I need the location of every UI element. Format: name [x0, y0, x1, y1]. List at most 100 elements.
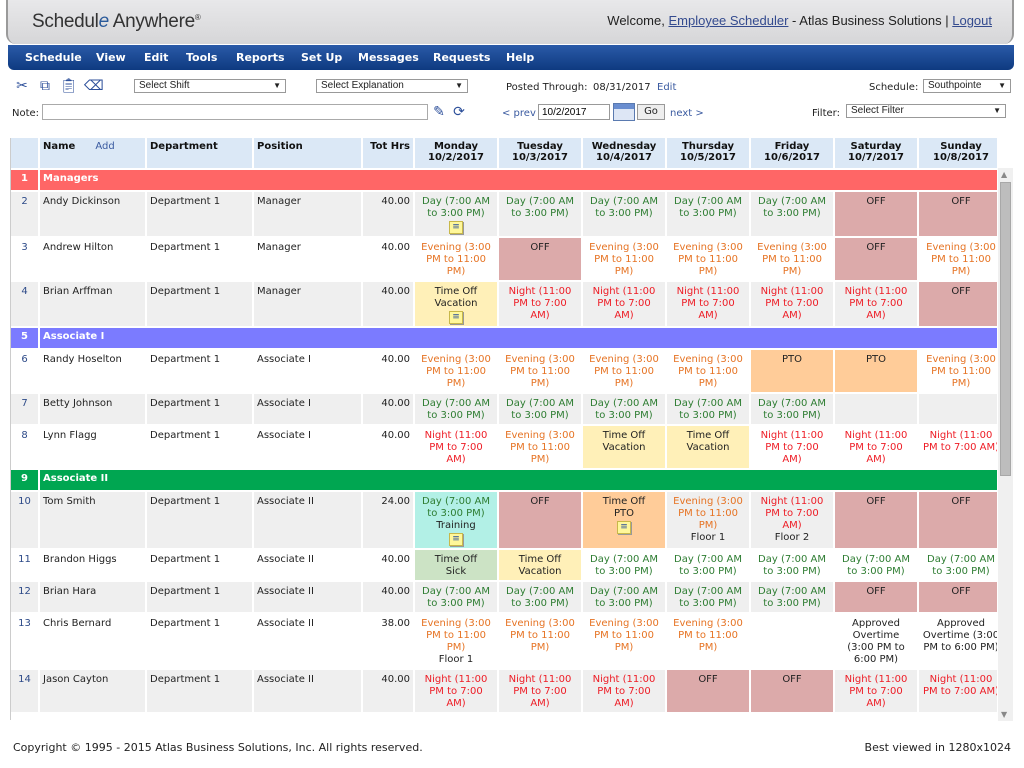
shift-cell[interactable]: Night (11:00 PM to 7:00 AM)	[499, 282, 581, 326]
user-link[interactable]: Employee Scheduler	[668, 13, 788, 28]
shift-cell[interactable]: Evening (3:00 PM to 11:00 PM)	[919, 238, 997, 280]
employee-row[interactable]: 7 Betty Johnson Department 1 Associate I 40.…	[11, 394, 997, 424]
cut-icon[interactable]: ✂	[14, 78, 30, 94]
shift-cell[interactable]: Evening (3:00 PM to 11:00 PM) Floor 1	[415, 614, 497, 668]
shift-cell[interactable]: Approved Overtime (3:00 PM to 6:00 PM)	[835, 614, 917, 668]
day-header[interactable]: Tuesday 10/3/2017	[499, 138, 581, 168]
prev-week-link[interactable]: < prev	[502, 108, 536, 119]
shift-cell[interactable]: Day (7:00 AM to 3:00 PM)	[583, 582, 665, 612]
shift-cell[interactable]: Day (7:00 AM to 3:00 PM)	[667, 192, 749, 236]
shift-cell[interactable]: Day (7:00 AM to 3:00 PM)	[583, 394, 665, 424]
position-header[interactable]: Position	[254, 138, 361, 168]
day-header[interactable]: Monday 10/2/2017	[415, 138, 497, 168]
shift-cell[interactable]	[751, 614, 833, 668]
employee-row[interactable]: 13 Chris Bernard Department 1 Associate II 3…	[11, 614, 997, 668]
shift-cell[interactable]: Evening (3:00 PM to 11:00 PM)	[667, 614, 749, 668]
day-header[interactable]: Friday 10/6/2017	[751, 138, 833, 168]
note-icon[interactable]: ≡	[449, 311, 463, 324]
shift-cell[interactable]: Day (7:00 AM to 3:00 PM)	[751, 550, 833, 580]
shift-cell[interactable]: Day (7:00 AM to 3:00 PM)	[583, 192, 665, 236]
shift-cell[interactable]: Evening (3:00 PM to 11:00 PM)	[499, 426, 581, 468]
shift-cell[interactable]: OFF	[835, 238, 917, 280]
shift-cell[interactable]: OFF	[919, 582, 997, 612]
group-row[interactable]: 5 Associate I	[11, 328, 997, 348]
shift-cell[interactable]: OFF	[835, 582, 917, 612]
employee-name[interactable]: Tom Smith	[40, 492, 145, 548]
edit-note-icon[interactable]: ✎	[431, 104, 447, 120]
shift-cell[interactable]: Evening (3:00 PM to 11:00 PM)	[919, 350, 997, 392]
add-employee-link[interactable]: Add	[95, 141, 114, 152]
employee-row[interactable]: 3 Andrew Hilton Department 1 Manager 40.00 Ev…	[11, 238, 997, 280]
schedule-select[interactable]: Southpointe ▼	[923, 79, 1011, 93]
day-header[interactable]: Sunday 10/8/2017	[919, 138, 997, 168]
employee-row[interactable]: 8 Lynn Flagg Department 1 Associate I 40.00 N…	[11, 426, 997, 468]
shift-cell[interactable]: Approved Overtime (3:00 PM to 6:00 PM)	[919, 614, 997, 668]
employee-name[interactable]: Lynn Flagg	[40, 426, 145, 468]
shift-cell[interactable]: Evening (3:00 PM to 11:00 PM) Floor 1	[667, 492, 749, 548]
shift-cell[interactable]: Night (11:00 PM to 7:00 AM)	[415, 670, 497, 712]
shift-cell[interactable]: OFF	[919, 192, 997, 236]
employee-name[interactable]: Betty Johnson	[40, 394, 145, 424]
shift-cell[interactable]	[919, 394, 997, 424]
refresh-note-icon[interactable]: ⟳	[451, 104, 467, 120]
shift-cell[interactable]: Day (7:00 AM to 3:00 PM)	[583, 550, 665, 580]
menu-reports[interactable]: Reports	[236, 51, 285, 64]
eraser-icon[interactable]: ⌫	[84, 78, 104, 94]
employee-name[interactable]: Chris Bernard	[40, 614, 145, 668]
scroll-down-icon[interactable]: ▼	[1001, 710, 1007, 719]
shift-cell[interactable]: PTO	[751, 350, 833, 392]
shift-cell[interactable]: Evening (3:00 PM to 11:00 PM)	[583, 614, 665, 668]
app-logo[interactable]: Schedule Anywhere®	[32, 11, 201, 33]
employee-row[interactable]: 11 Brandon Higgs Department 1 Associate II 4…	[11, 550, 997, 580]
shift-cell[interactable]: Night (11:00 PM to 7:00 AM)	[835, 670, 917, 712]
shift-cell[interactable]: Night (11:00 PM to 7:00 AM)	[751, 282, 833, 326]
employee-row[interactable]: 6 Randy Hoselton Department 1 Associate I 40…	[11, 350, 997, 392]
copy-icon[interactable]: ⧉	[37, 78, 53, 94]
menu-view[interactable]: View	[96, 51, 126, 64]
shift-cell[interactable]: Evening (3:00 PM to 11:00 PM)	[667, 350, 749, 392]
shift-cell[interactable]: OFF	[499, 492, 581, 548]
menu-messages[interactable]: Messages	[358, 51, 419, 64]
shift-cell[interactable]: Day (7:00 AM to 3:00 PM)	[499, 192, 581, 236]
shift-cell[interactable]: OFF	[751, 670, 833, 712]
shift-cell[interactable]: Evening (3:00 PM to 11:00 PM)	[499, 614, 581, 668]
shift-cell[interactable]: Day (7:00 AM to 3:00 PM)	[667, 582, 749, 612]
logout-link[interactable]: Logout	[952, 13, 992, 28]
shift-cell[interactable]: OFF	[667, 670, 749, 712]
department-header[interactable]: Department	[147, 138, 252, 168]
shift-cell[interactable]: OFF	[919, 492, 997, 548]
employee-row[interactable]: 14 Jason Cayton Department 1 Associate II 40…	[11, 670, 997, 712]
shift-cell[interactable]: Evening (3:00 PM to 11:00 PM)	[667, 238, 749, 280]
scrollbar-thumb[interactable]	[1000, 182, 1011, 476]
employee-name[interactable]: Randy Hoselton	[40, 350, 145, 392]
shift-cell[interactable]: Night (11:00 PM to 7:00 AM)	[415, 426, 497, 468]
select-explanation[interactable]: Select Explanation ▼	[316, 79, 468, 93]
shift-cell[interactable]: Evening (3:00 PM to 11:00 PM)	[751, 238, 833, 280]
filter-select[interactable]: Select Filter ▼	[846, 104, 1006, 118]
shift-cell[interactable]: OFF	[835, 492, 917, 548]
next-week-link[interactable]: next >	[670, 108, 704, 119]
shift-cell[interactable]: OFF	[499, 238, 581, 280]
shift-cell[interactable]: Day (7:00 AM to 3:00 PM)	[835, 550, 917, 580]
name-header[interactable]: Name Add	[40, 138, 145, 168]
shift-cell[interactable]: Day (7:00 AM to 3:00 PM)	[751, 394, 833, 424]
employee-name[interactable]: Brian Hara	[40, 582, 145, 612]
tot-hrs-header[interactable]: Tot Hrs	[363, 138, 413, 168]
date-input[interactable]	[538, 104, 610, 120]
note-input[interactable]	[42, 104, 428, 120]
employee-row[interactable]: 2 Andy Dickinson Department 1 Manager 40.00 D…	[11, 192, 997, 236]
shift-cell[interactable]: Night (11:00 PM to 7:00 AM)	[667, 282, 749, 326]
shift-cell[interactable]: OFF	[835, 192, 917, 236]
employee-row[interactable]: 12 Brian Hara Department 1 Associate II 40.0…	[11, 582, 997, 612]
employee-row[interactable]: 10 Tom Smith Department 1 Associate II 24.00…	[11, 492, 997, 548]
employee-name[interactable]: Andy Dickinson	[40, 192, 145, 236]
employee-row[interactable]: 4 Brian Arffman Department 1 Manager 40.00 Ti…	[11, 282, 997, 326]
shift-cell[interactable]: Time Off Vacation ≡	[415, 282, 497, 326]
shift-cell[interactable]: Time Off Vacation	[583, 426, 665, 468]
shift-cell[interactable]: Day (7:00 AM to 3:00 PM)	[751, 192, 833, 236]
shift-cell[interactable]: Night (11:00 PM to 7:00 AM)	[919, 670, 997, 712]
shift-cell[interactable]: Time Off Sick	[415, 550, 497, 580]
calendar-icon[interactable]	[613, 103, 635, 121]
menu-set-up[interactable]: Set Up	[301, 51, 342, 64]
shift-cell[interactable]: Time Off PTO ≡	[583, 492, 665, 548]
